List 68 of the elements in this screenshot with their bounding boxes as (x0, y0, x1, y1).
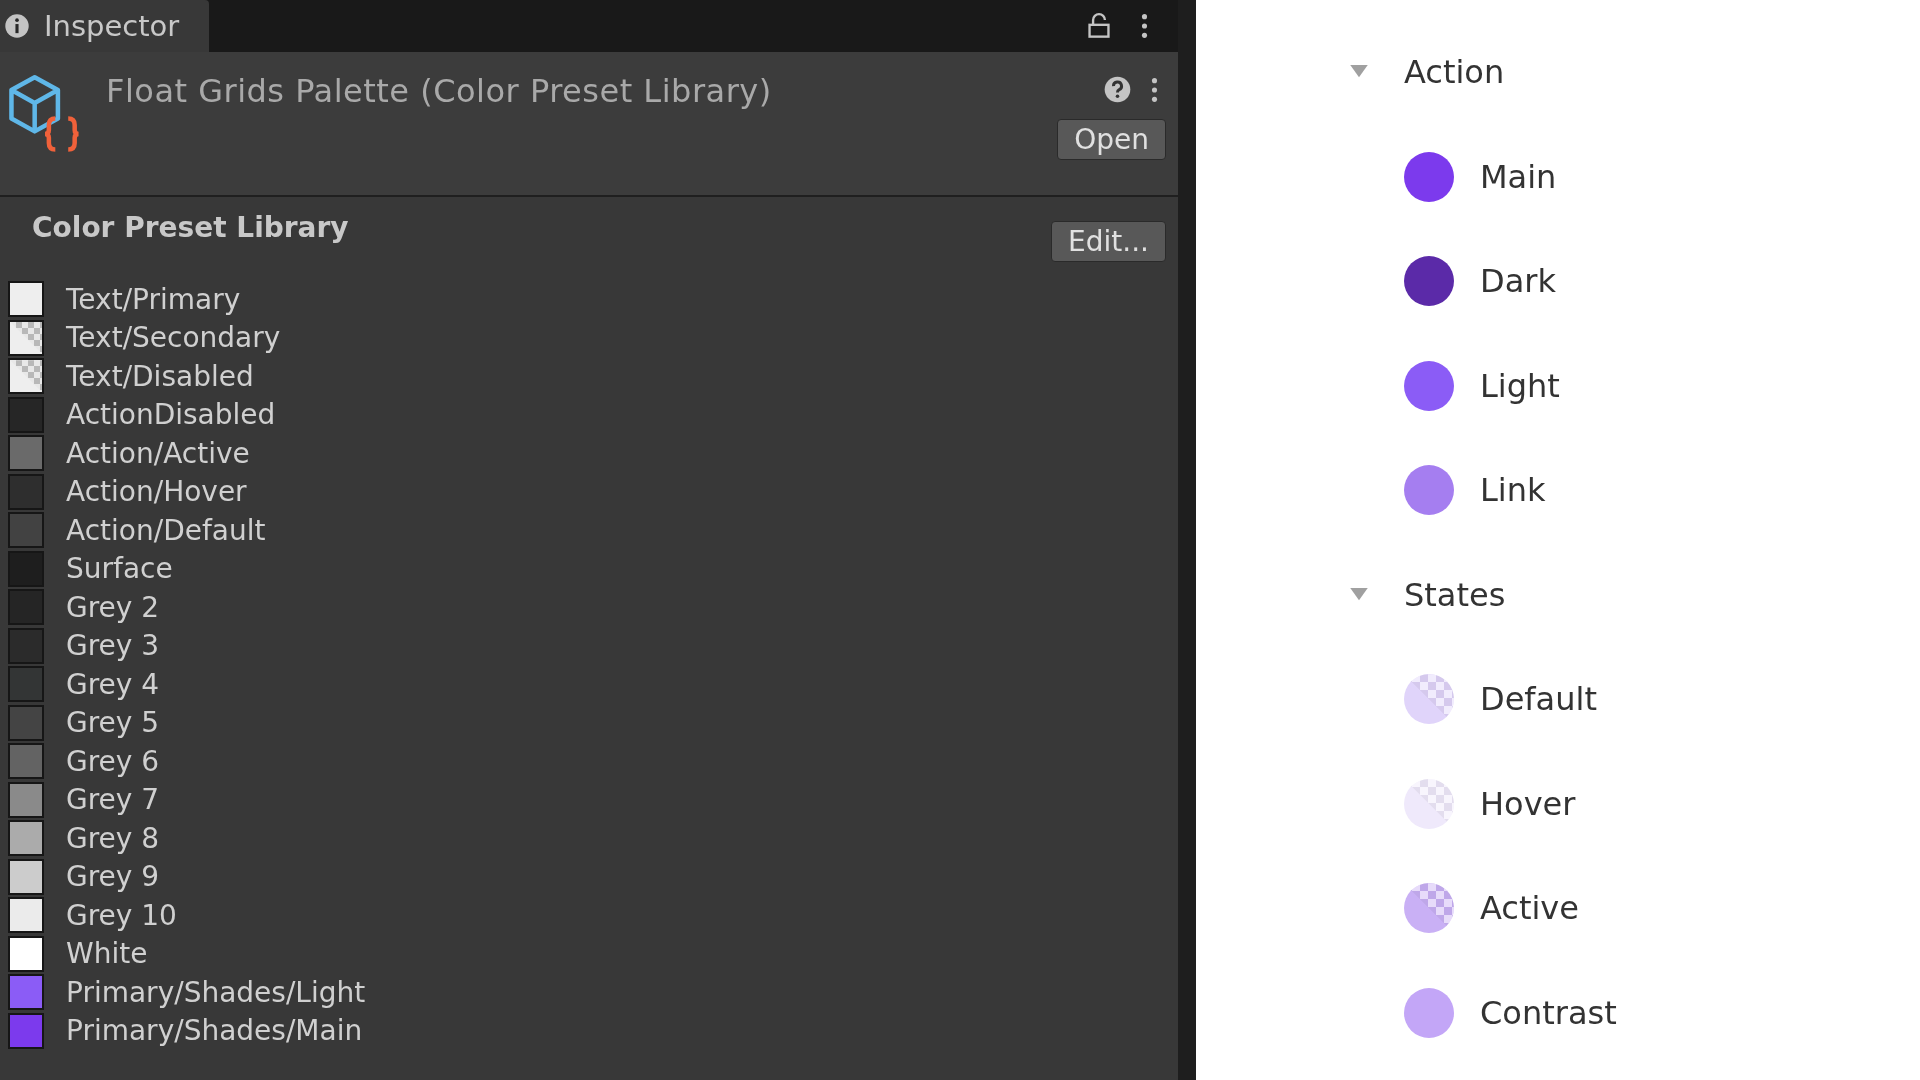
asset-title: Float Grids Palette (Color Preset Library) (106, 72, 772, 110)
preset-name: Surface (66, 552, 173, 586)
color-swatch[interactable] (8, 319, 44, 356)
color-name: Main (1480, 157, 1557, 196)
inspector-tab[interactable]: Inspector (0, 0, 210, 52)
preset-name: Grey 3 (66, 629, 160, 663)
color-swatch[interactable] (8, 858, 44, 895)
color-dot[interactable] (1404, 883, 1454, 934)
color-swatch[interactable] (8, 935, 44, 972)
group-header[interactable]: Action (1350, 20, 1920, 125)
color-swatch[interactable] (8, 512, 44, 549)
color-name: Contrast (1480, 993, 1617, 1032)
preset-name: Text/Primary (66, 282, 241, 316)
preset-name: Grey 2 (66, 590, 160, 624)
color-swatch[interactable] (8, 589, 44, 626)
color-dot[interactable] (1404, 256, 1454, 307)
color-swatch[interactable] (8, 704, 44, 741)
color-name: Active (1480, 889, 1579, 928)
open-button[interactable]: Open (1057, 119, 1166, 160)
color-swatch[interactable] (8, 1012, 44, 1049)
preset-name: Action/Hover (66, 475, 247, 509)
preset-name: Primary/Shades/Light (66, 975, 366, 1009)
color-dot[interactable] (1404, 465, 1454, 516)
preset-name: Text/Disabled (66, 359, 254, 393)
preset-name: Text/Secondary (66, 321, 281, 355)
color-name: Link (1480, 471, 1546, 510)
color-swatch[interactable] (8, 358, 44, 395)
preset-name: Grey 6 (66, 744, 160, 778)
preset-name: Action/Default (66, 513, 266, 547)
help-icon[interactable] (1104, 76, 1131, 103)
color-dot[interactable] (1404, 987, 1454, 1038)
color-name: Default (1480, 680, 1597, 719)
color-swatch[interactable] (8, 743, 44, 780)
preset-name: ActionDisabled (66, 398, 276, 432)
color-swatch[interactable] (8, 550, 44, 587)
color-swatch[interactable] (8, 974, 44, 1011)
color-swatch[interactable] (8, 281, 44, 318)
preset-name: White (66, 937, 148, 971)
color-dot[interactable] (1404, 360, 1454, 411)
color-name: Dark (1480, 262, 1556, 301)
group-header[interactable]: States (1350, 542, 1920, 647)
preset-name: Grey 8 (66, 821, 160, 855)
preset-name: Grey 7 (66, 783, 160, 817)
preset-name: Action/Active (66, 436, 250, 470)
color-swatch[interactable] (8, 820, 44, 857)
color-name: Light (1480, 366, 1560, 405)
color-swatch[interactable] (8, 473, 44, 510)
info-icon (4, 13, 30, 39)
color-dot[interactable] (1404, 674, 1454, 725)
edit-button[interactable]: Edit... (1051, 221, 1166, 262)
color-swatch[interactable] (8, 396, 44, 433)
section-heading: Color Preset Library (31, 210, 349, 244)
color-dot[interactable] (1404, 778, 1454, 829)
preset-name: Grey 9 (66, 860, 160, 894)
color-swatch[interactable] (8, 435, 44, 472)
more-options-icon[interactable] (1151, 76, 1158, 103)
lock-icon[interactable] (1087, 13, 1111, 39)
color-swatch[interactable] (8, 627, 44, 664)
more-options-icon[interactable] (1141, 13, 1148, 39)
preset-name: Grey 4 (66, 667, 160, 701)
color-swatch[interactable] (8, 781, 44, 818)
preset-name: Grey 5 (66, 706, 160, 740)
preset-name: Grey 10 (66, 898, 177, 932)
color-swatch[interactable] (8, 666, 44, 703)
color-swatch[interactable] (8, 897, 44, 934)
preset-name: Primary/Shades/Main (66, 1014, 363, 1048)
color-dot[interactable] (1404, 151, 1454, 202)
color-name: Hover (1480, 784, 1576, 823)
